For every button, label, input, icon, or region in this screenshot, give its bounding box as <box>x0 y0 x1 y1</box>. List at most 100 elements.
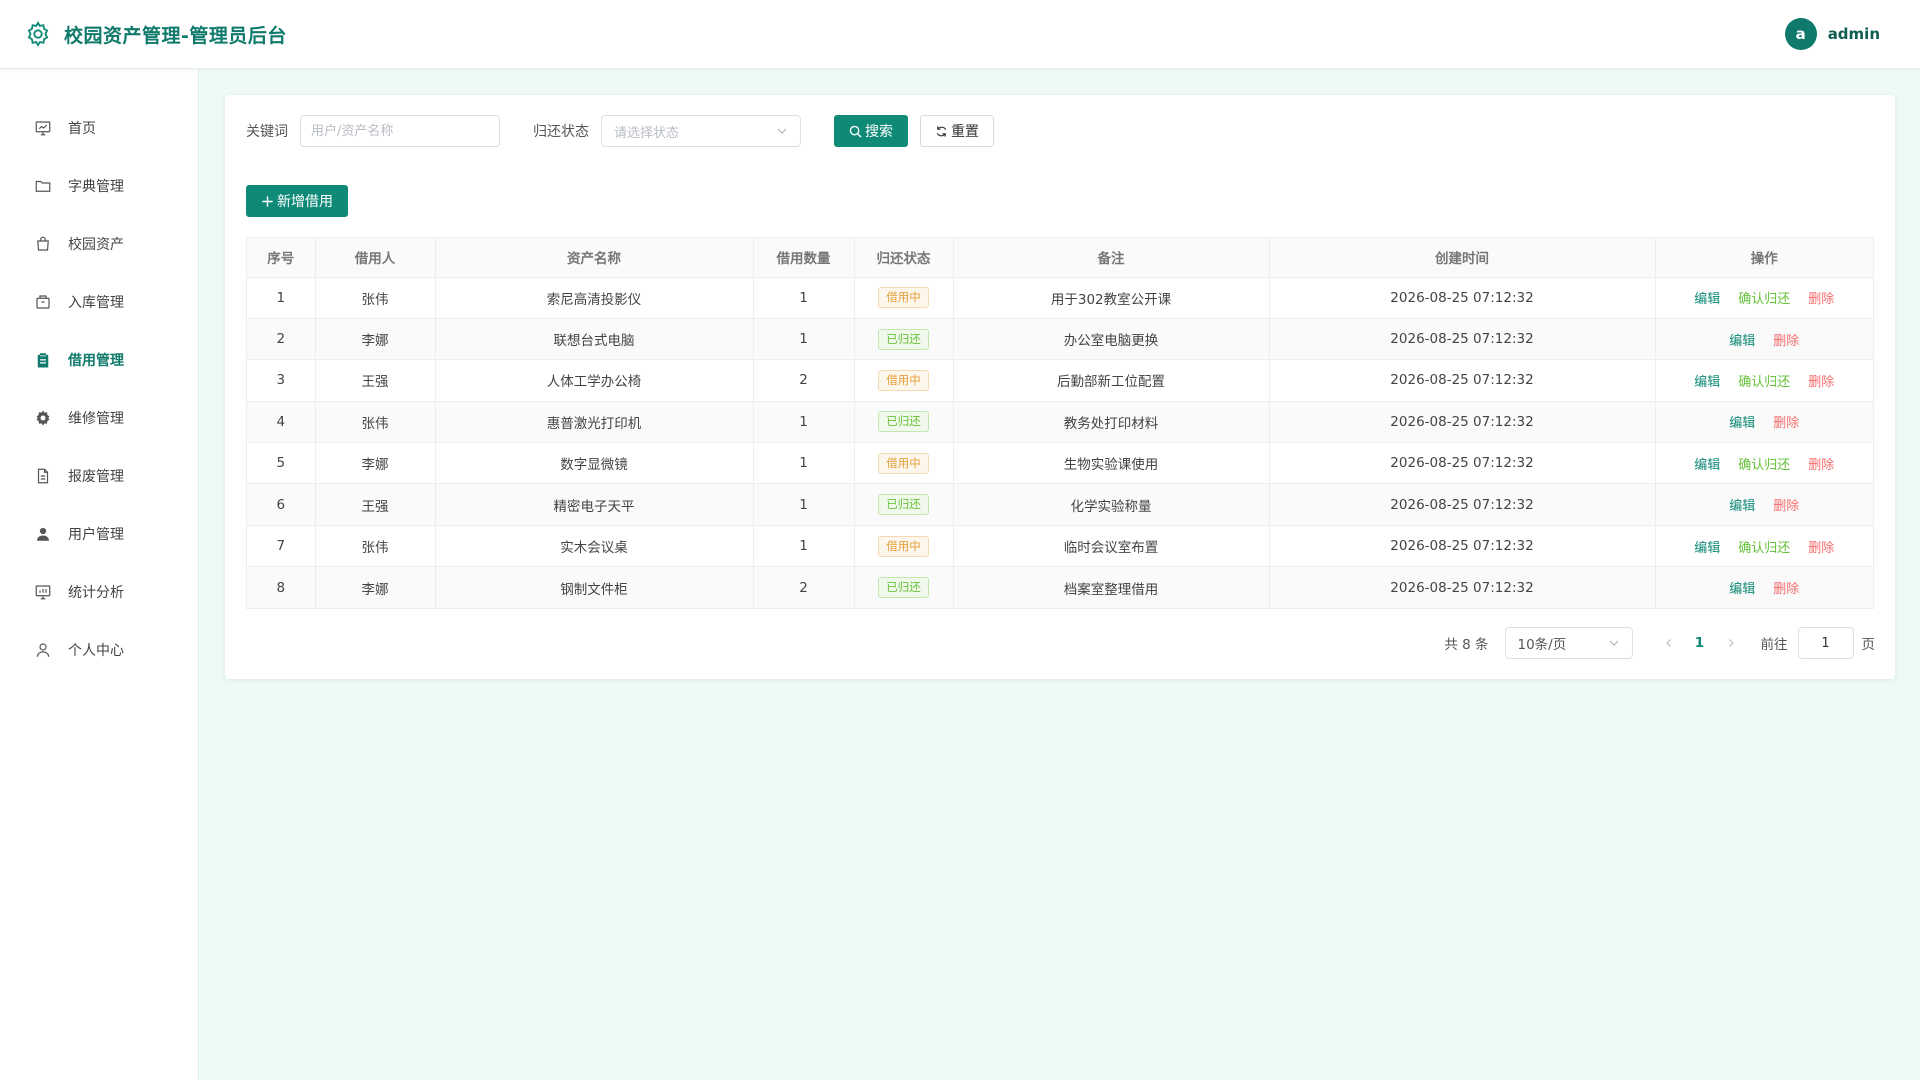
search-button-label: 搜索 <box>865 124 893 140</box>
avatar[interactable]: a <box>1784 18 1817 50</box>
cell-asset: 索尼高清投影仪 <box>435 277 754 319</box>
confirm-return-link[interactable]: 确认归还 <box>1738 375 1790 390</box>
sidebar-item-label: 入库管理 <box>68 295 124 311</box>
cell-borrower: 李娜 <box>315 442 436 485</box>
confirm-return-link[interactable]: 确认归还 <box>1738 292 1790 307</box>
sidebar-item-stock-in[interactable]: 入库管理 <box>0 273 198 331</box>
sidebar-item-users[interactable]: 用户管理 <box>0 505 198 563</box>
reset-button[interactable]: 重置 <box>920 115 994 147</box>
cell-actions: 编辑 删除 <box>1655 401 1873 444</box>
delete-link[interactable]: 删除 <box>1773 499 1799 514</box>
cell-created: 2026-08-25 07:12:32 <box>1269 566 1656 609</box>
delete-link[interactable]: 删除 <box>1773 582 1799 597</box>
cell-remark: 后勤部新工位配置 <box>953 359 1270 402</box>
col-header-created: 创建时间 <box>1269 238 1656 278</box>
cell-qty: 1 <box>753 401 855 444</box>
sidebar-item-borrow[interactable]: 借用管理 <box>0 331 198 389</box>
confirm-return-link[interactable]: 确认归还 <box>1738 541 1790 556</box>
sidebar-item-label: 校园资产 <box>68 237 124 253</box>
edit-link[interactable]: 编辑 <box>1694 541 1720 556</box>
keyword-input[interactable] <box>300 115 500 147</box>
edit-link[interactable]: 编辑 <box>1694 458 1720 473</box>
delete-link[interactable]: 删除 <box>1773 334 1799 349</box>
status-select-placeholder: 请选择状态 <box>614 125 680 141</box>
prev-page-button[interactable] <box>1659 638 1679 648</box>
sidebar-item-home[interactable]: 首页 <box>0 99 198 157</box>
table-row: 4 张伟 惠普激光打印机 1 已归还 教务处打印材料 2026-08-25 07… <box>247 401 1873 444</box>
sidebar-item-label: 报废管理 <box>68 469 124 485</box>
cell-created: 2026-08-25 07:12:32 <box>1269 442 1656 485</box>
cell-asset: 精密电子天平 <box>435 483 754 526</box>
status-badge: 已归还 <box>878 411 929 433</box>
table-row: 5 李娜 数字显微镜 1 借用中 生物实验课使用 2026-08-25 07:1… <box>247 442 1873 485</box>
table-row: 7 张伟 实木会议桌 1 借用中 临时会议室布置 2026-08-25 07:1… <box>247 525 1873 568</box>
cell-created: 2026-08-25 07:12:32 <box>1269 401 1656 444</box>
app-title: 校园资产管理-管理员后台 <box>64 24 287 47</box>
pagination-total: 共 8 条 <box>1444 637 1489 653</box>
col-header-remark: 备注 <box>953 238 1270 278</box>
next-page-button[interactable] <box>1721 638 1741 648</box>
sidebar-item-statistics[interactable]: 统计分析 <box>0 563 198 621</box>
delete-link[interactable]: 删除 <box>1808 458 1834 473</box>
user-menu[interactable]: a admin <box>1784 18 1880 50</box>
cell-borrower: 张伟 <box>315 401 436 444</box>
search-form: 关键词 归还状态 请选择状态 搜索 重置 <box>246 115 1874 147</box>
table-row: 1 张伟 索尼高清投影仪 1 借用中 用于302教室公开课 2026-08-25… <box>247 277 1873 319</box>
goto-page-input[interactable] <box>1797 627 1854 659</box>
cell-borrower: 张伟 <box>315 277 436 319</box>
col-header-no: 序号 <box>247 238 316 278</box>
sidebar-item-assets[interactable]: 校园资产 <box>0 215 198 273</box>
sidebar-item-dictionary[interactable]: 字典管理 <box>0 157 198 215</box>
cell-borrower: 李娜 <box>315 566 436 609</box>
cell-borrower: 张伟 <box>315 525 436 568</box>
cell-asset: 实木会议桌 <box>435 525 754 568</box>
dashboard-icon <box>34 119 52 137</box>
col-header-status: 归还状态 <box>854 238 954 278</box>
top-header: 校园资产管理-管理员后台 a admin <box>0 0 1920 69</box>
status-select[interactable]: 请选择状态 <box>601 115 801 147</box>
cell-qty: 2 <box>753 566 855 609</box>
cell-no: 4 <box>247 401 316 444</box>
delete-link[interactable]: 删除 <box>1808 541 1834 556</box>
search-button[interactable]: 搜索 <box>834 115 908 147</box>
edit-link[interactable]: 编辑 <box>1694 292 1720 307</box>
cell-no: 6 <box>247 483 316 526</box>
confirm-return-link[interactable]: 确认归还 <box>1738 458 1790 473</box>
add-borrow-button[interactable]: 新增借用 <box>246 185 348 217</box>
delete-link[interactable]: 删除 <box>1808 375 1834 390</box>
cell-no: 2 <box>247 318 316 361</box>
goto-label: 前往 <box>1760 637 1788 653</box>
table-header-row: 序号 借用人 资产名称 借用数量 归还状态 备注 创建时间 操作 <box>247 238 1873 278</box>
search-icon <box>849 125 862 138</box>
sidebar-item-label: 借用管理 <box>68 353 124 369</box>
edit-link[interactable]: 编辑 <box>1729 334 1755 349</box>
sidebar-item-profile[interactable]: 个人中心 <box>0 621 198 679</box>
reset-button-label: 重置 <box>951 124 979 140</box>
page-unit-label: 页 <box>1861 637 1876 653</box>
sidebar-item-scrap[interactable]: 报废管理 <box>0 447 198 505</box>
edit-link[interactable]: 编辑 <box>1694 375 1720 390</box>
chart-icon <box>34 583 52 601</box>
edit-link[interactable]: 编辑 <box>1729 499 1755 514</box>
cell-created: 2026-08-25 07:12:32 <box>1269 277 1656 319</box>
refresh-icon <box>936 125 947 137</box>
username[interactable]: admin <box>1828 25 1880 43</box>
sidebar-item-label: 用户管理 <box>68 527 124 543</box>
delete-link[interactable]: 删除 <box>1773 416 1799 431</box>
cell-qty: 1 <box>753 442 855 485</box>
page-size-select[interactable]: 10条/页 <box>1504 627 1633 659</box>
cell-actions: 编辑 确认归还 删除 <box>1655 359 1873 402</box>
plus-icon <box>262 195 273 207</box>
sidebar-item-repair[interactable]: 维修管理 <box>0 389 198 447</box>
cell-remark: 化学实验称量 <box>953 483 1270 526</box>
page-size-value: 10条/页 <box>1517 637 1567 653</box>
sidebar-item-label: 首页 <box>68 121 96 137</box>
edit-link[interactable]: 编辑 <box>1729 582 1755 597</box>
edit-link[interactable]: 编辑 <box>1729 416 1755 431</box>
add-borrow-button-label: 新增借用 <box>277 194 333 210</box>
delete-link[interactable]: 删除 <box>1808 292 1834 307</box>
page-number-current[interactable]: 1 <box>1685 635 1715 651</box>
keyword-label: 关键词 <box>246 124 288 140</box>
cell-status: 借用中 <box>854 442 954 485</box>
cell-asset: 联想台式电脑 <box>435 318 754 361</box>
